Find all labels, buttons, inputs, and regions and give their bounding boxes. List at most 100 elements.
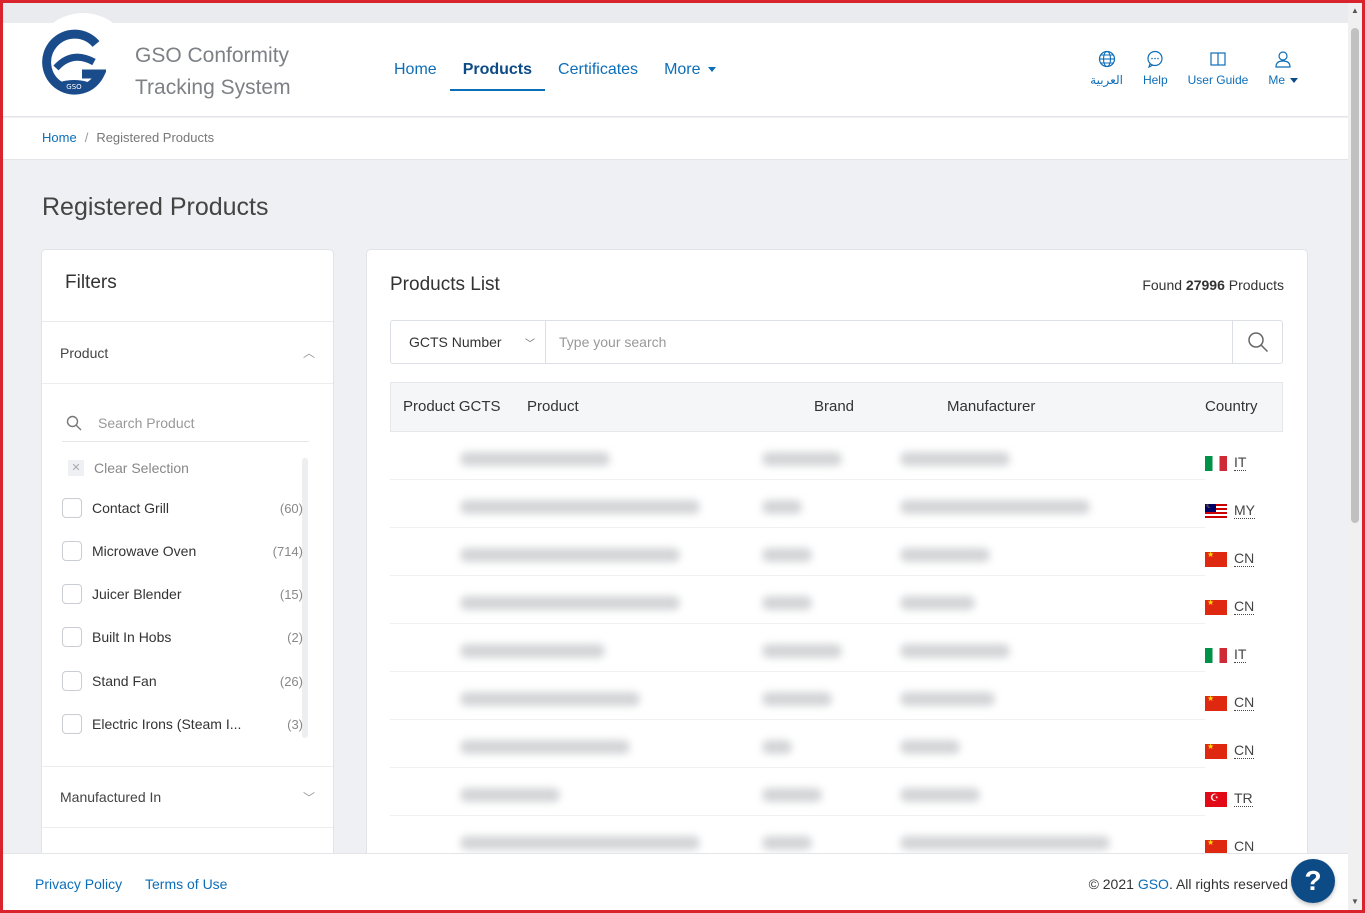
- table-row[interactable]: CN: [390, 528, 1283, 576]
- option-count: (2): [287, 629, 303, 645]
- clear-selection-button[interactable]: ✕ Clear Selection: [68, 460, 333, 476]
- globe-icon: [1098, 50, 1115, 68]
- checkbox[interactable]: [62, 541, 82, 561]
- facet-option[interactable]: Electric Irons (Steam I... (3): [62, 712, 307, 736]
- copyright-org[interactable]: GSO: [1138, 876, 1169, 892]
- page-scrollbar[interactable]: ▲ ▼: [1348, 3, 1362, 910]
- search-icon: [1247, 332, 1268, 353]
- help-link[interactable]: Help: [1143, 50, 1168, 87]
- chat-bubble-icon: [1147, 50, 1163, 68]
- help-fab-button[interactable]: ?: [1291, 859, 1335, 903]
- facet-option[interactable]: Microwave Oven (714): [62, 539, 307, 563]
- products-table: Product GCTS Product Brand Manufacturer …: [390, 382, 1283, 864]
- facet-product-search-input[interactable]: [98, 414, 288, 431]
- facet-option[interactable]: Stand Fan (26): [62, 669, 307, 693]
- user-menu-label: Me: [1268, 73, 1298, 87]
- search-field-select[interactable]: GCTS Number ﹀: [391, 321, 546, 363]
- country-cell: CN: [1205, 686, 1283, 720]
- gso-logo[interactable]: GSO: [42, 28, 106, 98]
- breadcrumb-separator: /: [84, 130, 89, 145]
- privacy-policy-link[interactable]: Privacy Policy: [35, 876, 122, 892]
- option-label: Juicer Blender: [92, 586, 182, 602]
- brand-cell-redacted: [762, 596, 812, 610]
- country-cell: CN: [1205, 734, 1283, 768]
- facet-manufactured-in-label: Manufactured In: [60, 789, 162, 805]
- help-label: Help: [1142, 73, 1168, 87]
- found-suffix: Products: [1228, 277, 1284, 293]
- table-row[interactable]: IT: [390, 432, 1283, 480]
- table-row[interactable]: CN: [390, 576, 1283, 624]
- scroll-down-icon[interactable]: ▼: [1351, 898, 1359, 906]
- country-cell: CN: [1205, 590, 1283, 624]
- facet-option[interactable]: Contact Grill (60): [62, 496, 307, 520]
- flag-my-icon: [1205, 503, 1227, 519]
- table-row[interactable]: CN: [390, 672, 1283, 720]
- flag-cn-icon: [1205, 599, 1227, 615]
- user-guide-label: User Guide: [1187, 73, 1249, 87]
- nav-certificates[interactable]: Certificates: [545, 51, 651, 89]
- country-cell: MY: [1205, 494, 1283, 528]
- breadcrumb: Home / Registered Products: [3, 118, 1348, 160]
- country-cell: IT: [1205, 638, 1283, 672]
- clear-selection-label: Clear Selection: [94, 460, 189, 476]
- col-brand[interactable]: Brand: [814, 398, 854, 415]
- copyright-suffix: . All rights reserved: [1168, 876, 1288, 892]
- products-panel: Products List Found 27996 Products GCTS …: [366, 249, 1308, 869]
- product-cell-redacted: [460, 788, 560, 802]
- flag-cn-icon: [1205, 695, 1227, 711]
- caret-down-icon: [707, 67, 716, 73]
- manufacturer-cell-redacted: [900, 740, 960, 754]
- option-label: Stand Fan: [92, 673, 157, 689]
- flag-tr-icon: [1205, 791, 1227, 807]
- table-row[interactable]: IT: [390, 624, 1283, 672]
- checkbox[interactable]: [62, 498, 82, 518]
- facet-manufactured-in-toggle[interactable]: Manufactured In ﹀: [42, 766, 333, 828]
- table-row[interactable]: TR: [390, 768, 1283, 816]
- product-cell-redacted: [460, 452, 610, 466]
- nav-more-label: More: [664, 61, 701, 78]
- col-product[interactable]: Product: [527, 398, 579, 415]
- language-switch[interactable]: العربية: [1090, 50, 1123, 87]
- breadcrumb-home[interactable]: Home: [42, 130, 77, 145]
- checkbox[interactable]: [62, 671, 82, 691]
- country-code: IT: [1234, 646, 1247, 663]
- option-count: (714): [272, 543, 303, 559]
- user-icon: [1275, 51, 1291, 68]
- table-row[interactable]: MY: [390, 480, 1283, 528]
- terms-of-use-link[interactable]: Terms of Use: [145, 876, 227, 892]
- manufacturer-cell-redacted: [900, 452, 1010, 466]
- facet-option[interactable]: Juicer Blender (15): [62, 582, 307, 606]
- flag-cn-icon: [1205, 743, 1227, 759]
- manufacturer-cell-redacted: [900, 644, 1010, 658]
- flag-it-icon: [1205, 647, 1227, 663]
- brand-cell-redacted: [762, 788, 822, 802]
- nav-home[interactable]: Home: [381, 51, 450, 89]
- user-guide-link[interactable]: User Guide: [1187, 50, 1249, 87]
- nav-products[interactable]: Products: [449, 51, 546, 91]
- products-list-title: Products List: [390, 274, 500, 295]
- user-menu[interactable]: Me: [1268, 50, 1298, 87]
- nav-more[interactable]: More: [651, 51, 728, 89]
- col-product-gcts[interactable]: Product GCTS: [403, 398, 501, 415]
- book-icon: [1210, 52, 1226, 66]
- checkbox[interactable]: [62, 584, 82, 604]
- scrollbar-thumb[interactable]: [1351, 28, 1359, 523]
- scroll-up-icon[interactable]: ▲: [1351, 7, 1359, 15]
- found-count: 27996: [1185, 277, 1225, 293]
- search-button[interactable]: [1232, 321, 1282, 363]
- manufacturer-cell-redacted: [900, 836, 1110, 850]
- table-row[interactable]: CN: [390, 720, 1283, 768]
- product-search-input[interactable]: [546, 321, 1232, 363]
- country-code: CN: [1234, 742, 1255, 759]
- checkbox[interactable]: [62, 627, 82, 647]
- col-country[interactable]: Country: [1205, 398, 1258, 415]
- col-manufacturer[interactable]: Manufacturer: [947, 398, 1035, 415]
- checkbox[interactable]: [62, 714, 82, 734]
- facet-product-toggle[interactable]: Product ︿: [42, 322, 333, 384]
- country-cell: IT: [1205, 446, 1283, 480]
- manufacturer-cell-redacted: [900, 788, 980, 802]
- facet-option[interactable]: Built In Hobs (2): [62, 625, 307, 649]
- brand-cell-redacted: [762, 644, 842, 658]
- table-header: Product GCTS Product Brand Manufacturer …: [390, 382, 1283, 432]
- language-label: العربية: [1090, 73, 1123, 87]
